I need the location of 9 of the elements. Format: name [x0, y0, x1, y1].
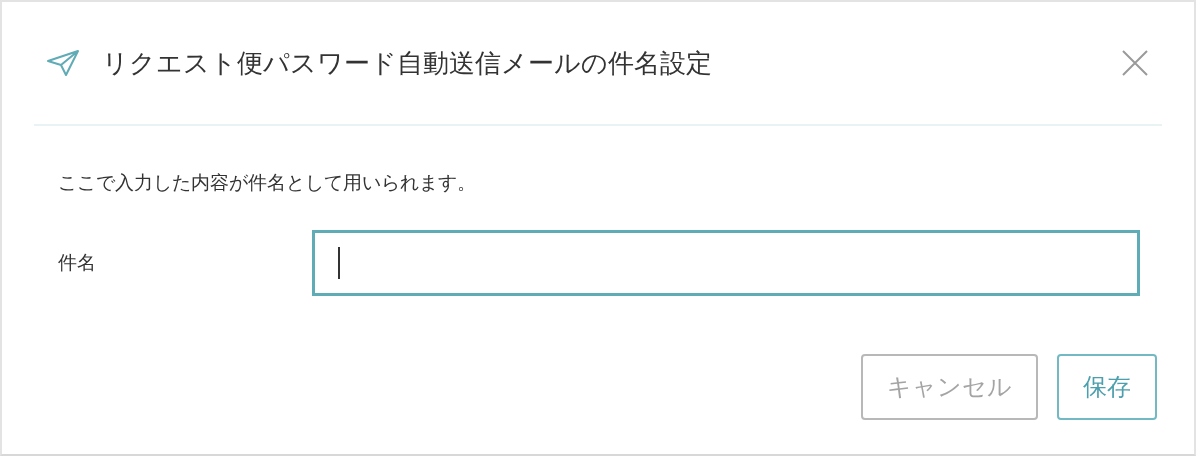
description-text: ここで入力した内容が件名として用いられます。 — [58, 170, 477, 195]
paper-plane-icon — [46, 49, 80, 77]
save-button[interactable]: 保存 — [1057, 354, 1157, 420]
text-cursor — [338, 247, 340, 279]
dialog-title: リクエスト便パスワード自動送信メールの件名設定 — [102, 46, 713, 80]
close-button[interactable] — [1120, 48, 1150, 78]
cancel-button[interactable]: キャンセル — [861, 354, 1038, 420]
input-field[interactable] — [312, 230, 1140, 296]
field-label: 件名 — [58, 250, 97, 275]
